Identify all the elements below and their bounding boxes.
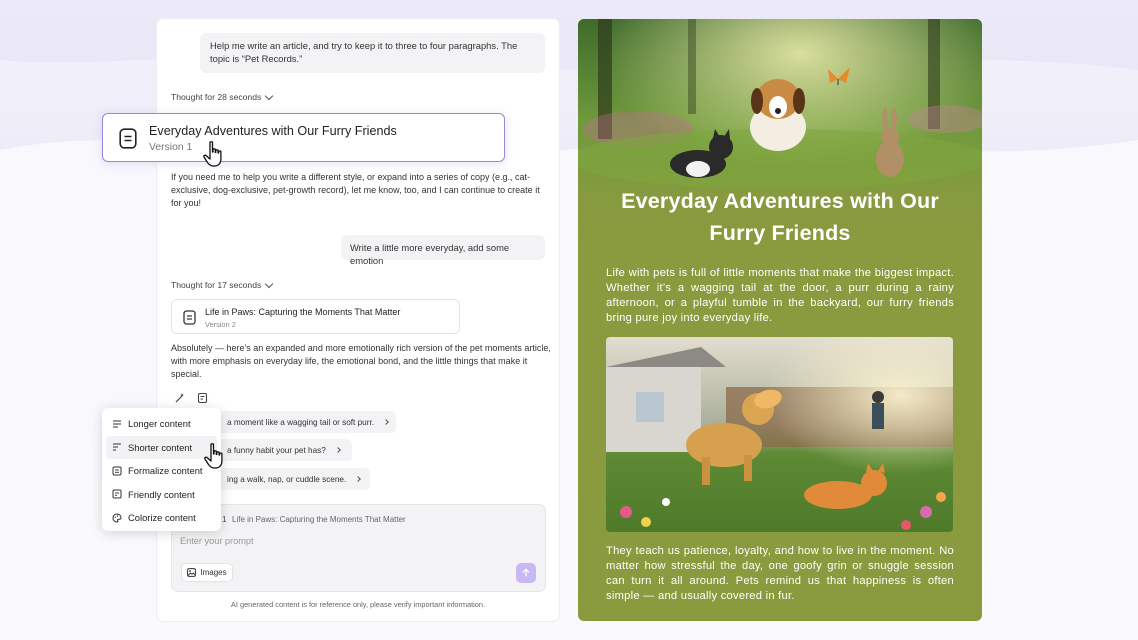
prompt-input[interactable]: Enter your prompt [180,536,254,546]
chevron-down-icon [265,279,274,288]
user-message-bubble: Write a little more everyday, add some e… [341,235,545,266]
menu-item-longer-content[interactable]: Longer content [106,412,217,436]
image-icon [187,568,197,577]
prompt-composer: 1 Life in Paws: Capturing the Moments Th… [171,504,546,592]
lines-long-icon [113,420,121,428]
menu-item-label: Longer content [128,418,191,430]
article-title: Everyday Adventures with Our Furry Frien… [621,189,939,245]
suggestion-text: a moment like a wagging tail or soft pur… [227,417,374,427]
chat-panel: Help me write an article, and try to kee… [157,19,559,621]
article-paragraph: They teach us patience, loyalty, and how… [606,545,954,602]
chevron-right-icon [334,447,341,453]
chevron-right-icon [355,476,362,482]
document-card[interactable]: Life in Paws: Capturing the Moments That… [171,299,460,334]
images-button[interactable]: Images [181,563,233,582]
palette-icon [112,513,122,523]
suggestion-text: ing a walk, nap, or cuddle scene. [227,474,347,484]
chevron-right-icon [383,419,389,425]
menu-item-label: Shorter content [128,441,193,453]
menu-item-label: Formalize content [128,465,203,477]
chevron-down-icon [265,91,274,100]
edit-note-icon[interactable] [196,391,210,405]
document-icon [119,128,137,149]
document-lines-icon [112,466,122,476]
reference-number: 1 [222,515,227,524]
document-icon [183,310,196,325]
menu-item-formalize-content[interactable]: Formalize content [106,459,217,483]
chat-note-icon [112,489,122,499]
article-photo-dog-cat-backyard [606,337,953,532]
article-paragraph: Life with pets is full of little moments… [606,267,954,324]
document-title: Life in Paws: Capturing the Moments That… [205,307,401,317]
thought-label: Thought for 28 seconds [171,92,262,102]
version-card-version: Version 1 [149,142,193,153]
assistant-message: If you need me to help you write a diffe… [171,172,540,208]
menu-item-shorter-content[interactable]: Shorter content [106,435,217,459]
hand-cursor-icon [203,141,222,167]
assistant-message: Absolutely — here's an expanded and more… [171,343,551,379]
thought-toggle[interactable]: Thought for 28 seconds [171,91,274,102]
article-preview: Everyday Adventures with Our Furry Frien… [578,19,982,621]
thought-toggle[interactable]: Thought for 17 seconds [171,279,274,290]
menu-item-label: Friendly content [128,488,195,500]
menu-item-label: Colorize content [128,512,196,524]
hand-cursor-icon [204,443,223,469]
suggestion-text: a funny habit your pet has? [227,445,326,455]
version-card-title: Everyday Adventures with Our Furry Frien… [149,124,397,138]
menu-item-colorize-content[interactable]: Colorize content [106,506,217,530]
arrow-up-icon [522,568,530,577]
user-message-bubble: Help me write an article, and try to kee… [200,33,545,73]
disclaimer: AI generated content is for reference on… [230,600,486,609]
lines-short-icon [113,443,121,451]
thought-label: Thought for 17 seconds [171,280,262,290]
document-version: Version 2 [205,320,236,329]
reference-title: Life in Paws: Capturing the Moments That… [232,515,406,524]
menu-item-friendly-content[interactable]: Friendly content [106,483,217,507]
images-label: Images [200,568,227,577]
version-card[interactable]: Everyday Adventures with Our Furry Frien… [102,113,505,162]
send-button[interactable] [516,563,536,583]
magic-wand-icon[interactable] [173,391,187,405]
